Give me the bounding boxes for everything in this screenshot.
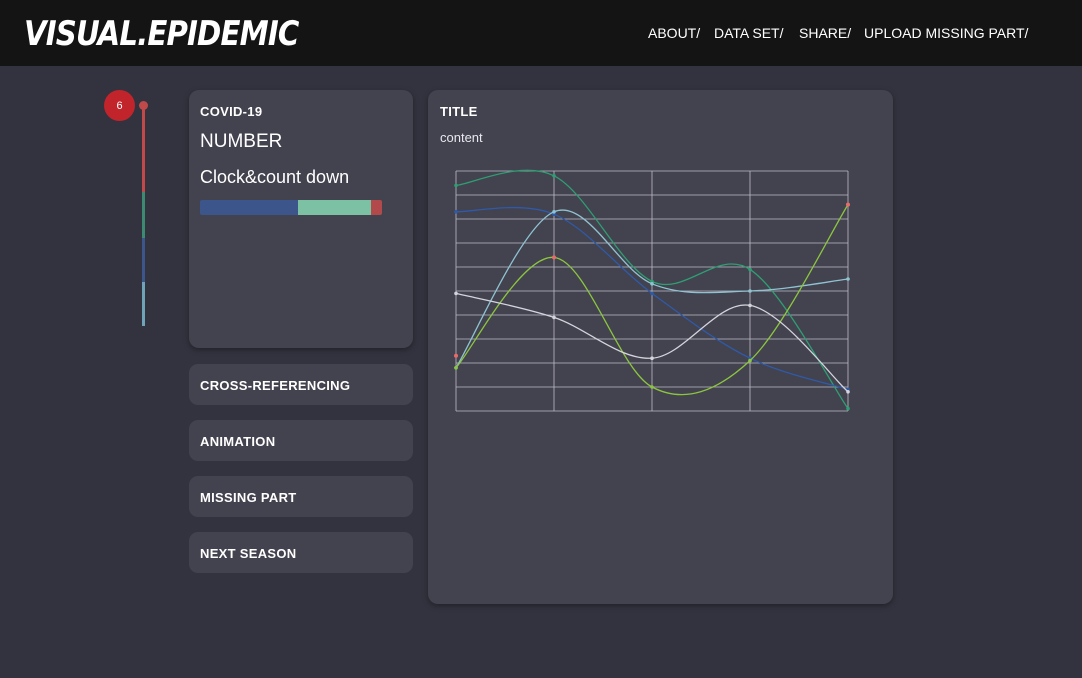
menu-label: MISSING PART — [200, 490, 297, 505]
timeline-value-badge: 6 — [104, 90, 135, 121]
main-content: content — [440, 130, 483, 145]
menu-next-season[interactable]: NEXT SEASON — [189, 532, 413, 573]
series-3-point-2 — [552, 210, 556, 214]
series-3-point-5 — [846, 277, 850, 281]
series-4-point-4 — [748, 358, 752, 363]
series-5-point-4 — [748, 303, 752, 308]
timeline-segment-4 — [142, 282, 145, 326]
series-5-point-3 — [650, 356, 654, 360]
menu-label: NEXT SEASON — [200, 546, 297, 561]
progress-segment-1 — [200, 200, 299, 215]
marker-point-2 — [552, 255, 556, 260]
series-5-point-2 — [552, 315, 556, 320]
series-5-point-5 — [846, 390, 850, 394]
menu-label: CROSS-REFERENCING — [200, 378, 351, 393]
series-4-point-3 — [650, 385, 654, 389]
series-5-point-1 — [454, 291, 458, 296]
app-logo[interactable]: VISUAL.EPIDEMIC — [24, 14, 299, 54]
series-1-point-4 — [748, 267, 752, 272]
nav-about[interactable]: ABOUT/ — [648, 25, 700, 41]
top-bar: VISUAL.EPIDEMIC ABOUT/ DATA SET/ SHARE/ … — [0, 0, 1082, 66]
series-2-point-1 — [454, 210, 458, 214]
covid-title: COVID-19 — [200, 104, 263, 119]
timeline-segment-3 — [142, 238, 145, 282]
covid-countdown: Clock&count down — [200, 167, 350, 187]
marker-point-1 — [454, 353, 458, 358]
timeline-segment-1 — [142, 104, 145, 192]
timeline-slider-track[interactable] — [142, 104, 145, 326]
series-3-point-3 — [650, 282, 654, 286]
covid-number: NUMBER — [200, 131, 283, 152]
series-2-point-3 — [650, 291, 654, 296]
series-3-point-4 — [748, 289, 752, 293]
series-4-point-1 — [454, 366, 458, 370]
series-1-point-1 — [454, 183, 458, 188]
timeline-segment-2 — [142, 192, 145, 238]
main-card: TITLE content — [428, 90, 893, 604]
main-title: TITLE — [440, 104, 478, 119]
progress-segment-3 — [371, 200, 382, 215]
progress-bar — [200, 200, 382, 215]
nav-share[interactable]: SHARE/ — [799, 25, 851, 41]
series-1-point-2 — [552, 174, 556, 178]
series-1-point-5 — [846, 406, 850, 411]
menu-animation[interactable]: ANIMATION — [189, 420, 413, 461]
progress-segment-2 — [298, 200, 372, 215]
menu-cross-referencing[interactable]: CROSS-REFERENCING — [189, 364, 413, 405]
menu-missing-part[interactable]: MISSING PART — [189, 476, 413, 517]
covid-card: COVID-19 NUMBER Clock&count down — [189, 90, 413, 348]
timeline-slider-handle[interactable] — [139, 101, 148, 110]
nav-upload-missing-part[interactable]: UPLOAD MISSING PART/ — [864, 25, 1028, 41]
marker-point-3 — [846, 202, 850, 207]
menu-label: ANIMATION — [200, 434, 276, 449]
nav-data-set[interactable]: DATA SET/ — [714, 25, 784, 41]
line-chart — [454, 169, 850, 412]
